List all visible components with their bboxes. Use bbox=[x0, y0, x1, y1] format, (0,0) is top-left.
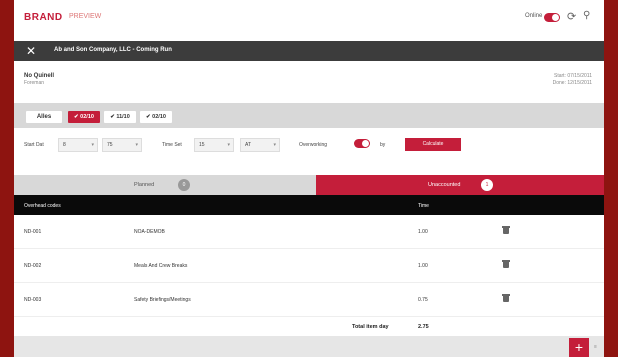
table-row[interactable]: ND-003 Safety Briefings/Meetings 0.75 bbox=[14, 283, 604, 317]
job-bar: ✕ Ab and Son Company, LLC - Coming Run bbox=[14, 41, 604, 61]
column-header-code: Overhead codes bbox=[24, 203, 61, 209]
time-settings-row: Start Dat 8 ▾ 75 ▾ Time Set 15 ▾ AT ▾ Overwo… bbox=[14, 133, 604, 158]
trash-icon[interactable] bbox=[502, 226, 510, 234]
stop-minute-select[interactable]: AT ▾ bbox=[240, 138, 280, 152]
start-minute-select[interactable]: 75 ▾ bbox=[102, 138, 142, 152]
all-days-button[interactable]: Alles bbox=[26, 111, 62, 123]
start-time-label: Start Dat bbox=[24, 142, 44, 148]
tab-planned-badge: 0 bbox=[178, 179, 190, 191]
table-row[interactable]: ND-001 NOA-DEMOB 1.00 bbox=[14, 215, 604, 249]
calculate-button[interactable]: Calculate bbox=[405, 138, 461, 151]
stop-hour-select[interactable]: 15 ▾ bbox=[194, 138, 234, 152]
brand-logo: BRAND bbox=[24, 12, 63, 23]
chevron-down-icon: ▾ bbox=[135, 142, 138, 148]
user-settings-icon[interactable]: ⚲ bbox=[583, 10, 590, 21]
overtime-suffix: by bbox=[380, 142, 386, 148]
row-hours: 0.75 bbox=[418, 297, 428, 303]
row-code: ND-001 bbox=[24, 229, 42, 235]
row-description: Meals And Crew Breaks bbox=[134, 263, 188, 269]
tab-unaccounted-label: Unaccounted bbox=[428, 182, 461, 188]
tab-planned-label: Planned bbox=[134, 182, 155, 188]
rep-role: Foreman bbox=[24, 80, 45, 86]
row-code: ND-003 bbox=[24, 297, 42, 303]
row-hours: 1.00 bbox=[418, 263, 428, 269]
start-hour-select[interactable]: 8 ▾ bbox=[58, 138, 98, 152]
online-label: Online bbox=[525, 13, 543, 19]
table-header: Overhead codes Time bbox=[14, 195, 604, 215]
day-chip-2[interactable]: ✔ 11/10 bbox=[104, 111, 136, 123]
date-end: Done: 12/15/2011 bbox=[552, 80, 592, 86]
start-minute-value: 75 bbox=[107, 142, 113, 148]
tab-unaccounted-badge: 1 bbox=[481, 179, 493, 191]
date-start: Start: 07/15/2011 bbox=[554, 73, 592, 79]
day-chip-3[interactable]: ✔ 02/10 bbox=[140, 111, 172, 123]
trash-icon[interactable] bbox=[502, 294, 510, 302]
close-icon[interactable]: ✕ bbox=[26, 44, 36, 58]
tabs-bar: Planned 0 Unaccounted 1 bbox=[14, 175, 604, 195]
app-header: BRAND PREVIEW Online ⟳ ⚲ bbox=[14, 0, 604, 40]
footer-bar bbox=[14, 336, 604, 357]
total-value: 2.75 bbox=[418, 324, 429, 330]
chevron-down-icon: ▾ bbox=[227, 142, 230, 148]
online-toggle[interactable] bbox=[544, 13, 560, 22]
chevron-down-icon: ▾ bbox=[91, 142, 94, 148]
overtime-label: Overworking bbox=[299, 142, 328, 148]
overtime-toggle[interactable] bbox=[354, 139, 370, 148]
start-hour-value: 8 bbox=[63, 142, 66, 148]
menu-icon[interactable]: ≡ bbox=[594, 344, 597, 350]
rep-name: No Quinell bbox=[24, 73, 54, 79]
app-window: BRAND PREVIEW Online ⟳ ⚲ ✕ Ab and Son Co… bbox=[14, 0, 604, 357]
sync-icon[interactable]: ⟳ bbox=[567, 10, 576, 23]
days-filter-bar: Alles ✔ 02/10 ✔ 11/10 ✔ 02/10 bbox=[14, 103, 604, 128]
add-button[interactable]: + bbox=[569, 338, 589, 357]
column-header-hours: Time bbox=[418, 203, 429, 209]
trash-icon[interactable] bbox=[502, 260, 510, 268]
tab-planned[interactable]: Planned 0 bbox=[14, 175, 316, 195]
chevron-down-icon: ▾ bbox=[273, 142, 276, 148]
row-description: NOA-DEMOB bbox=[134, 229, 165, 235]
tab-unaccounted[interactable]: Unaccounted 1 bbox=[316, 175, 604, 195]
job-title: Ab and Son Company, LLC - Coming Run bbox=[54, 47, 172, 53]
brand-subtitle: PREVIEW bbox=[69, 13, 102, 20]
table-row[interactable]: ND-002 Meals And Crew Breaks 1.00 bbox=[14, 249, 604, 283]
stop-time-label: Time Set bbox=[162, 142, 182, 148]
row-hours: 1.00 bbox=[418, 229, 428, 235]
day-chip-1[interactable]: ✔ 02/10 bbox=[68, 111, 100, 123]
stop-hour-value: 15 bbox=[199, 142, 205, 148]
row-code: ND-002 bbox=[24, 263, 42, 269]
total-label: Total item day bbox=[352, 324, 389, 330]
stop-minute-value: AT bbox=[245, 142, 252, 148]
row-description: Safety Briefings/Meetings bbox=[134, 297, 191, 303]
